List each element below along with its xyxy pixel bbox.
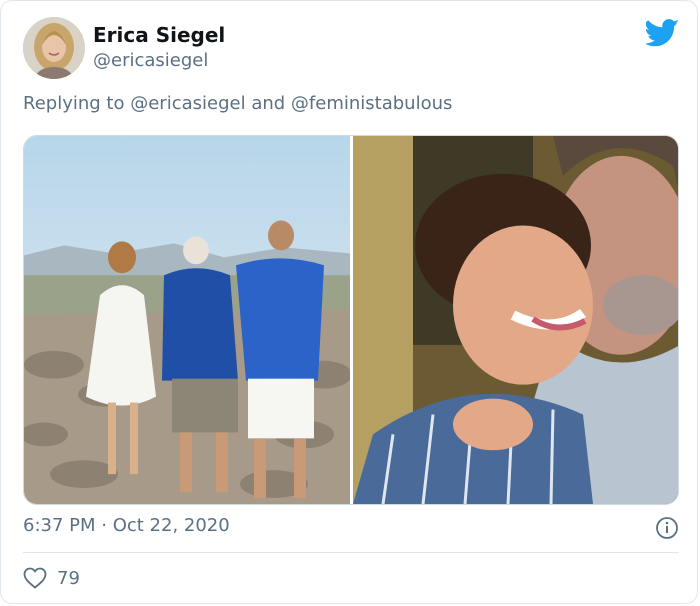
- like-count: 79: [57, 567, 80, 589]
- reply-joiner: and: [251, 93, 286, 114]
- avatar[interactable]: [23, 17, 85, 79]
- reply-context: Replying to @ericasiegel and @feministab…: [23, 93, 452, 114]
- media-grid: [23, 135, 679, 505]
- divider: [23, 552, 679, 553]
- tweet-timestamp[interactable]: 6:37 PM · Oct 22, 2020: [23, 515, 230, 536]
- heart-icon[interactable]: [23, 567, 47, 589]
- reply-prefix: Replying to: [23, 93, 125, 114]
- reply-mention-1[interactable]: @ericasiegel: [130, 93, 245, 114]
- photo-right[interactable]: [353, 136, 679, 504]
- author-name[interactable]: Erica Siegel: [93, 23, 225, 47]
- tweet-card: Erica Siegel @ericasiegel Replying to @e…: [0, 0, 698, 604]
- author-handle[interactable]: @ericasiegel: [93, 50, 208, 71]
- avatar-photo: [23, 17, 85, 79]
- twitter-bird-icon[interactable]: [646, 19, 680, 47]
- reply-mention-2[interactable]: @feministabulous: [291, 93, 452, 114]
- like-action[interactable]: 79: [23, 567, 80, 589]
- info-icon[interactable]: [655, 516, 679, 540]
- photo-left[interactable]: [24, 136, 350, 504]
